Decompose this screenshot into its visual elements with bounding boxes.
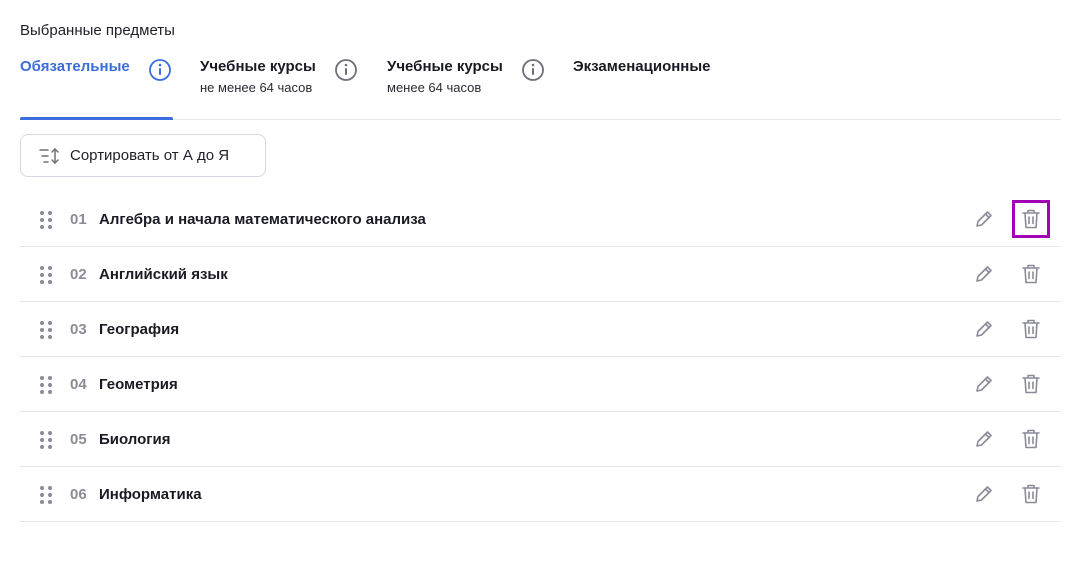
tab-courses-64plus[interactable]: Учебные курсы не менее 64 часов: [200, 58, 357, 119]
tab-label: Экзаменационные: [573, 58, 711, 75]
tab-required[interactable]: Обязательные: [20, 58, 171, 119]
section-title: Выбранные предметы: [20, 22, 175, 39]
drag-handle-icon[interactable]: [39, 375, 53, 395]
tab-sublabel: не менее 64 часов: [200, 80, 313, 95]
drag-handle-icon[interactable]: [39, 320, 53, 340]
tab-sublabel: менее 64 часов: [387, 80, 482, 95]
item-number: 05: [70, 430, 87, 448]
pencil-icon[interactable]: [973, 263, 995, 285]
item-name: Английский язык: [99, 265, 228, 283]
pencil-icon[interactable]: [973, 208, 995, 230]
subject-list: 01 Алгебра и начала математического анал…: [20, 192, 1061, 522]
pencil-icon[interactable]: [973, 428, 995, 450]
trash-icon[interactable]: [1018, 316, 1044, 342]
tab-exam[interactable]: Экзаменационные: [573, 58, 711, 119]
info-icon[interactable]: [521, 58, 545, 82]
item-number: 04: [70, 375, 87, 393]
info-icon[interactable]: [148, 58, 172, 82]
list-item: 05 Биология: [20, 412, 1061, 467]
item-name: Алгебра и начала математического анализа: [99, 210, 426, 228]
tab-label: Учебные курсы: [200, 58, 316, 75]
drag-handle-icon[interactable]: [39, 485, 53, 505]
active-tab-indicator: [20, 117, 173, 120]
drag-handle-icon[interactable]: [39, 430, 53, 450]
item-number: 03: [70, 320, 87, 338]
item-name: Биология: [99, 430, 171, 448]
list-item: 01 Алгебра и начала математического анал…: [20, 192, 1061, 247]
trash-icon[interactable]: [1018, 371, 1044, 397]
list-item: 06 Информатика: [20, 467, 1061, 522]
list-item: 04 Геометрия: [20, 357, 1061, 412]
item-name: География: [99, 320, 180, 338]
tab-label: Учебные курсы: [387, 58, 503, 75]
tab-courses-under64[interactable]: Учебные курсы менее 64 часов: [387, 58, 544, 119]
item-name: Информатика: [99, 485, 202, 503]
trash-icon[interactable]: [1018, 261, 1044, 287]
sort-button-label: Сортировать от А до Я: [70, 147, 230, 164]
trash-icon[interactable]: [1018, 426, 1044, 452]
item-number: 02: [70, 265, 87, 283]
pencil-icon[interactable]: [973, 318, 995, 340]
tab-label: Обязательные: [20, 58, 130, 75]
item-number: 01: [70, 210, 87, 228]
trash-icon[interactable]: [1018, 481, 1044, 507]
info-icon[interactable]: [334, 58, 358, 82]
drag-handle-icon[interactable]: [39, 210, 53, 230]
pencil-icon[interactable]: [973, 483, 995, 505]
item-name: Геометрия: [99, 375, 178, 393]
pencil-icon[interactable]: [973, 373, 995, 395]
list-item: 02 Английский язык: [20, 247, 1061, 302]
trash-icon[interactable]: [1012, 200, 1050, 238]
sort-icon: [39, 147, 59, 164]
sort-button[interactable]: Сортировать от А до Я: [20, 134, 266, 177]
drag-handle-icon[interactable]: [39, 265, 53, 285]
tabs-bar: Обязательные Учебные курсы не менее 64 ч…: [20, 58, 1061, 120]
list-item: 03 География: [20, 302, 1061, 357]
item-number: 06: [70, 485, 87, 503]
